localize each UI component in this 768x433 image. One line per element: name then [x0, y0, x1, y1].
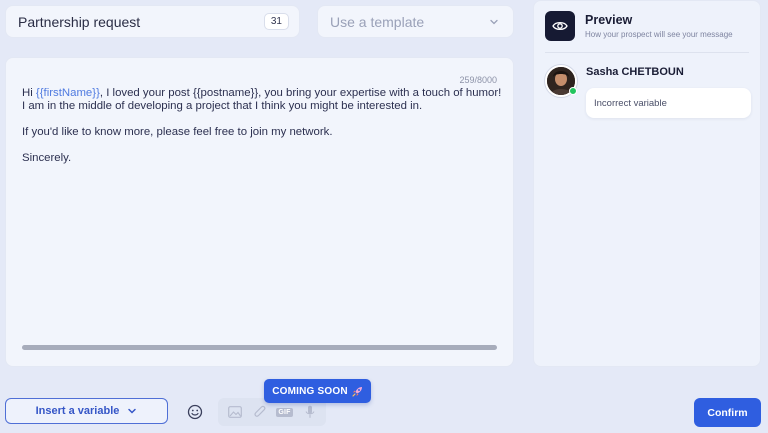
message-title-text[interactable]: Partnership request [18, 14, 264, 30]
confirm-button[interactable]: Confirm [694, 398, 761, 427]
preview-eye-icon [545, 11, 575, 41]
confirm-label: Confirm [707, 406, 748, 419]
title-counter-badge: 31 [263, 13, 289, 30]
message-line-3: If you'd like to know more, please feel … [22, 126, 333, 138]
preview-subtitle: How your prospect will see your message [585, 30, 733, 39]
emoji-icon[interactable] [187, 404, 203, 420]
preview-message-text: Incorrect variable [594, 97, 667, 109]
message-line-2: I am in the middle of developing a proje… [22, 100, 423, 112]
message-body[interactable]: Hi {{firstName}}, I loved your post {{po… [22, 87, 502, 178]
preview-panel: Preview How your prospect will see your … [533, 0, 761, 367]
paperclip-icon [252, 404, 268, 420]
microphone-icon [302, 404, 318, 420]
insert-variable-label: Insert a variable [35, 405, 120, 417]
rocket-icon [352, 386, 362, 397]
coming-soon-label: COMING SOON [272, 385, 348, 397]
bottom-toolbar: Insert a variable GIF COMING SOON Confir… [0, 375, 768, 433]
coming-soon-badge: COMING SOON [264, 379, 371, 403]
insert-variable-button[interactable]: Insert a variable [5, 398, 168, 424]
message-line-1: Hi {{firstName}}, I loved your post {{po… [22, 87, 502, 112]
preview-message-bubble: Incorrect variable [586, 88, 751, 118]
preview-divider [545, 52, 749, 53]
chevron-down-icon [128, 408, 137, 414]
message-title-field[interactable]: Partnership request 31 [5, 5, 300, 38]
image-icon [227, 404, 243, 420]
template-select[interactable]: Use a template [317, 5, 514, 38]
online-status-dot [569, 87, 577, 95]
firstname-variable: {{firstName}} [35, 87, 100, 99]
message-editor[interactable]: 259/8000 Hi {{firstName}}, I loved your … [5, 57, 514, 367]
chevron-down-icon [490, 19, 498, 24]
editor-horizontal-scrollbar[interactable] [22, 345, 497, 350]
message-line-4: Sincerely. [22, 152, 72, 164]
gif-icon: GIF [276, 407, 293, 417]
template-select-placeholder: Use a template [330, 13, 425, 30]
prospect-name: Sasha CHETBOUN [586, 66, 684, 78]
preview-title: Preview [585, 13, 633, 27]
character-count: 259/8000 [459, 75, 497, 85]
